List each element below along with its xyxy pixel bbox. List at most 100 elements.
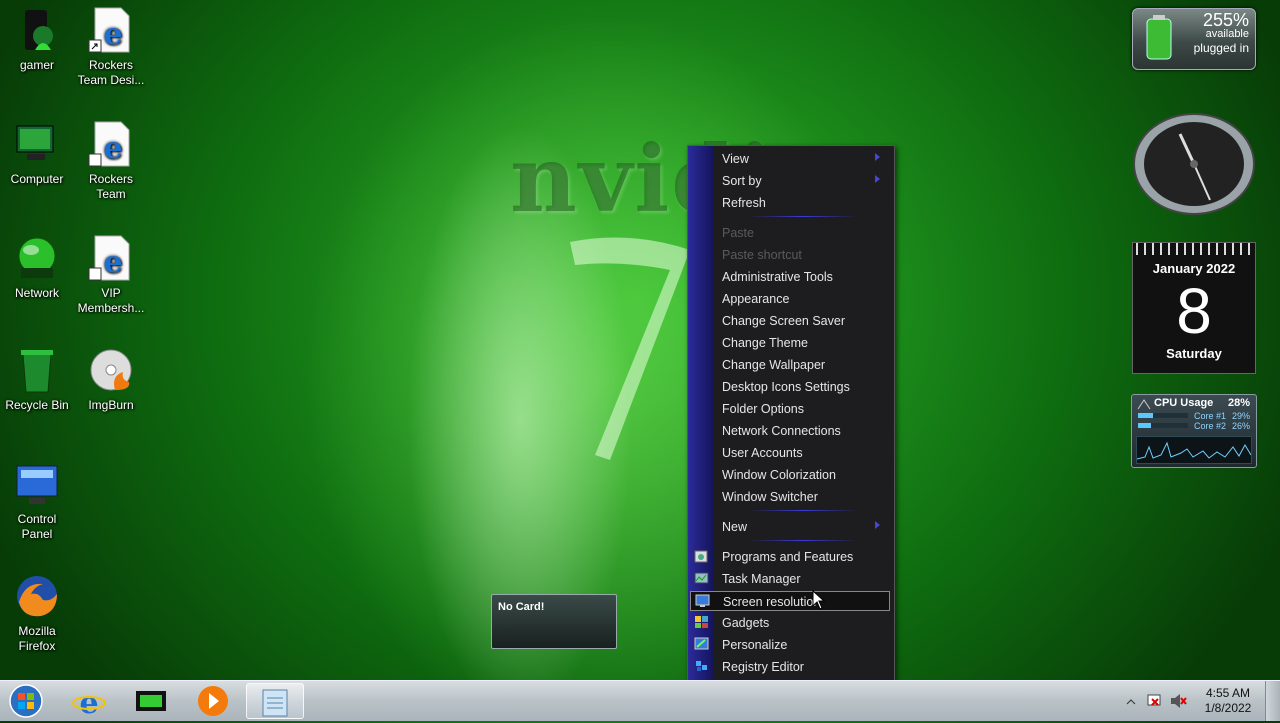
desktop-icon-label: Mozilla Firefox	[18, 624, 56, 653]
menu-item-folder-options[interactable]: Folder Options	[690, 399, 890, 419]
menu-item-appearance[interactable]: Appearance	[690, 289, 890, 309]
registry-editor-icon	[694, 659, 709, 673]
cpu-core-2: Core #2 26%	[1132, 421, 1256, 431]
menu-item-change-screen-saver[interactable]: Change Screen Saver	[690, 311, 890, 331]
menu-item-label: Paste	[722, 226, 754, 240]
cpu-history-graph	[1136, 436, 1252, 464]
desktop-icon-recycle-bin[interactable]: Recycle Bin	[0, 346, 74, 413]
menu-item-administrative-tools[interactable]: Administrative Tools	[690, 267, 890, 287]
menu-item-label: Screen resolution	[723, 595, 821, 609]
battery-icon	[1146, 15, 1172, 60]
menu-item-label: Appearance	[722, 292, 790, 306]
menu-item-refresh[interactable]: Refresh	[690, 193, 890, 213]
menu-item-paste: Paste	[690, 223, 890, 243]
svg-text:e: e	[103, 245, 122, 280]
menu-item-change-wallpaper[interactable]: Change Wallpaper	[690, 355, 890, 375]
desktop-icon-imgburn[interactable]: ImgBurn	[74, 346, 148, 413]
menu-item-personalize[interactable]: Personalize	[690, 635, 890, 655]
svg-text:e: e	[103, 131, 122, 166]
desktop-icon-rockers-team-desi[interactable]: e Rockers Team Desi...	[74, 6, 148, 88]
desktop-icon-label: gamer	[19, 58, 54, 72]
menu-item-label: User Accounts	[722, 446, 803, 460]
menu-item-label: Personalize	[722, 638, 788, 652]
desktop-icon-rockers-team[interactable]: e Rockers Team	[74, 120, 148, 202]
taskbar-ie-button[interactable]: e	[60, 683, 118, 721]
desktop-icon-control-panel[interactable]: Control Panel	[0, 460, 74, 542]
cpu-core-1-value: 29%	[1231, 411, 1250, 421]
cpu-usage-gadget[interactable]: CPU Usage 28% Core #1 29% Core #2 26%	[1131, 394, 1257, 468]
desktop-icon-computer[interactable]: Computer	[0, 120, 74, 187]
network-icon	[13, 234, 61, 282]
menu-item-sort-by[interactable]: Sort by	[690, 171, 890, 191]
popup-text: No Card!	[498, 601, 545, 613]
battery-gadget[interactable]: 255% available plugged in	[1132, 8, 1256, 70]
taskbar: e 4:55 AM 1/8/2022	[0, 680, 1280, 721]
menu-item-new[interactable]: New	[690, 517, 890, 537]
menu-item-label: New	[722, 520, 748, 534]
start-button[interactable]	[4, 683, 48, 719]
menu-item-view[interactable]: View	[690, 149, 890, 169]
calendar-weekday: Saturday	[1166, 346, 1222, 361]
menu-item-task-manager[interactable]: Task Manager	[690, 569, 890, 589]
menu-separator	[748, 510, 858, 511]
gamer-icon	[13, 6, 61, 54]
desktop-icon-network[interactable]: Network	[0, 234, 74, 301]
menu-item-programs-and-features[interactable]: Programs and Features	[690, 547, 890, 567]
show-desktop-button[interactable]	[1265, 681, 1280, 721]
submenu-arrow-icon	[875, 175, 880, 183]
menu-item-label: Programs and Features	[722, 550, 854, 564]
menu-item-label: Change Theme	[722, 336, 808, 350]
notepad-icon	[262, 689, 288, 717]
menu-item-label: Window Switcher	[722, 490, 818, 504]
desktop-icon-label: Recycle Bin	[5, 398, 69, 412]
desktop-icon-label: Rockers Team	[88, 172, 133, 201]
taskbar-clock[interactable]: 4:55 AM 1/8/2022	[1196, 686, 1260, 716]
menu-item-label: Sort by	[722, 174, 762, 188]
menu-item-label: Change Screen Saver	[722, 314, 845, 328]
control-panel-icon	[13, 460, 61, 508]
volume-muted-icon[interactable]	[1170, 693, 1188, 709]
menu-item-label: Refresh	[722, 196, 766, 210]
calendar-rings	[1136, 243, 1252, 255]
desktop-icon-gamer[interactable]: gamer	[0, 6, 74, 73]
menu-item-registry-editor[interactable]: Registry Editor	[690, 657, 890, 677]
taskbar-video-card-button[interactable]	[122, 683, 180, 719]
menu-item-label: Desktop Icons Settings	[722, 380, 850, 394]
ie-shortcut-icon: e	[87, 120, 135, 168]
ie-shortcut-icon: e	[87, 6, 135, 54]
taskbar-media-player-button[interactable]	[184, 683, 242, 719]
desktop-icon-label: Network	[14, 286, 59, 300]
ie-icon: e	[72, 686, 106, 721]
calendar-day: 8	[1176, 275, 1212, 347]
show-hidden-icons-icon[interactable]	[1126, 697, 1136, 707]
menu-item-label: Network Connections	[722, 424, 841, 438]
menu-item-label: Task Manager	[722, 572, 801, 586]
calendar-gadget[interactable]: January 2022 8 Saturday	[1132, 242, 1256, 374]
cpu-core-2-bar	[1138, 423, 1151, 428]
ie-shortcut-icon: e	[87, 234, 135, 282]
menu-item-user-accounts[interactable]: User Accounts	[690, 443, 890, 463]
menu-separator	[748, 540, 858, 541]
menu-item-desktop-icons-settings[interactable]: Desktop Icons Settings	[690, 377, 890, 397]
desktop-icon-firefox[interactable]: Mozilla Firefox	[0, 572, 74, 654]
menu-item-label: View	[722, 152, 749, 166]
network-status-icon[interactable]	[1146, 693, 1164, 709]
menu-item-window-colorization[interactable]: Window Colorization	[690, 465, 890, 485]
notification-popup[interactable]: No Card!	[491, 594, 617, 649]
menu-item-network-connections[interactable]: Network Connections	[690, 421, 890, 441]
video-card-icon	[136, 691, 166, 711]
cpu-core-1-bar	[1138, 413, 1153, 418]
cpu-core-2-label: Core #2	[1194, 421, 1227, 431]
taskbar-notepad-button[interactable]	[246, 683, 304, 719]
menu-item-gadgets[interactable]: Gadgets	[690, 613, 890, 633]
clock-gadget[interactable]	[1132, 112, 1256, 216]
taskbar-date: 1/8/2022	[1204, 701, 1252, 715]
desktop-icon-vip-membership[interactable]: e VIP Membersh...	[74, 234, 148, 316]
mouse-cursor-icon	[812, 590, 826, 610]
media-player-icon	[198, 686, 228, 716]
desktop-icon-label: Rockers Team Desi...	[77, 58, 145, 87]
menu-item-label: Administrative Tools	[722, 270, 833, 284]
menu-item-window-switcher[interactable]: Window Switcher	[690, 487, 890, 507]
menu-item-screen-resolution[interactable]: Screen resolution	[690, 591, 890, 611]
menu-item-change-theme[interactable]: Change Theme	[690, 333, 890, 353]
